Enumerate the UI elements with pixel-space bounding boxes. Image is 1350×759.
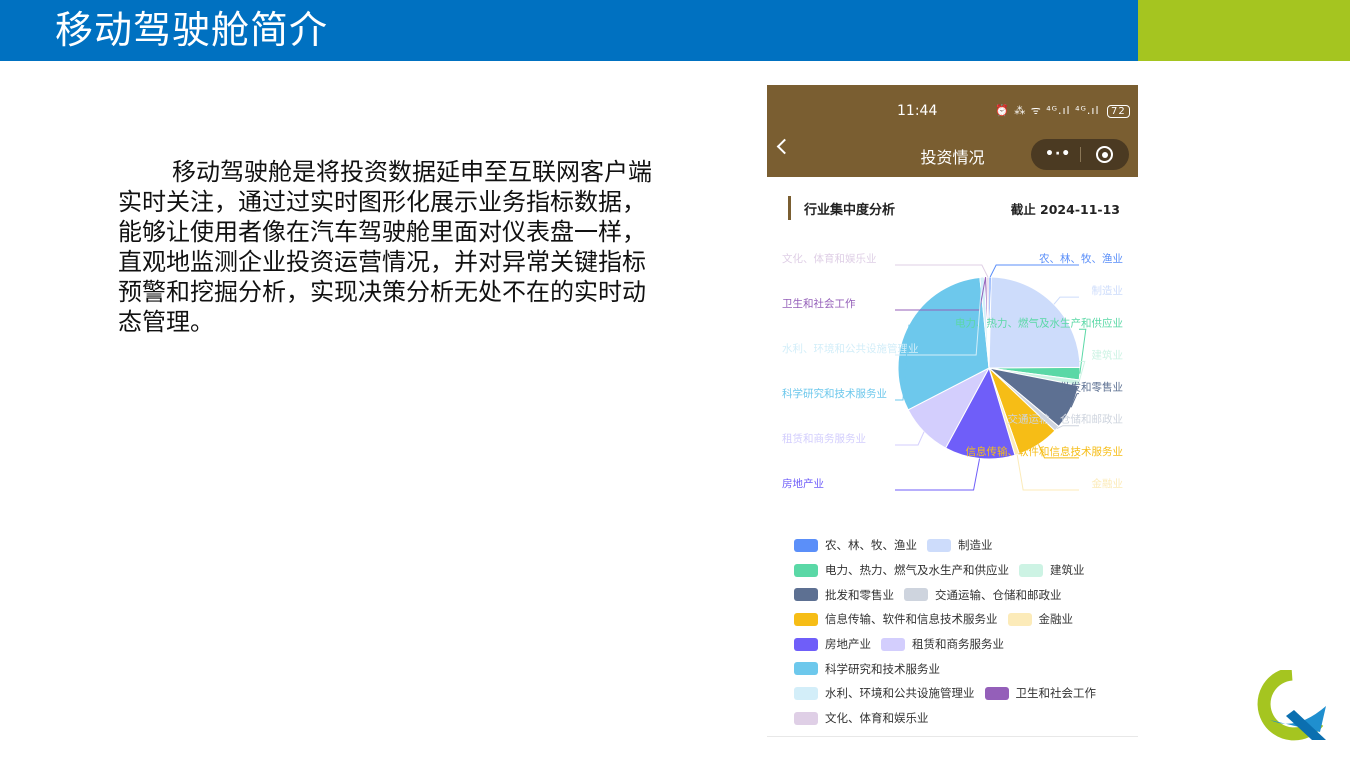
slice-label: 建筑业 xyxy=(1092,348,1124,361)
legend-row: 电力、热力、燃气及水生产和供应业 建筑业 xyxy=(794,558,1134,583)
section-marker xyxy=(788,196,791,220)
slice-label: 金融业 xyxy=(1092,477,1124,490)
slice-label: 电力、热力、燃气及水生产和供应业 xyxy=(955,316,1123,329)
legend-label: 建筑业 xyxy=(1050,563,1085,578)
legend-swatch xyxy=(794,711,818,725)
chart-legend: 农、林、牧、渔业 制造业电力、热力、燃气及水生产和供应业 建筑业批发和零售业 交通运输… xyxy=(794,533,1134,731)
legend-label: 水利、环境和公共设施管理业 xyxy=(825,686,975,701)
slice-leader-line xyxy=(989,264,1079,278)
company-logo xyxy=(1257,670,1326,741)
legend-item[interactable]: 金融业 xyxy=(1007,611,1074,627)
legend-item[interactable]: 卫生和社会工作 xyxy=(984,685,1097,701)
legend-label: 电力、热力、燃气及水生产和供应业 xyxy=(825,563,1009,578)
slice-leader-line xyxy=(895,264,989,278)
slice-label: 农、林、牧、渔业 xyxy=(1039,252,1123,265)
slice-leader-line xyxy=(895,431,925,446)
legend-swatch xyxy=(794,637,818,651)
section-date: 截止 2024-11-13 xyxy=(1010,202,1120,217)
legend-row: 信息传输、软件和信息技术服务业 金融业 xyxy=(794,607,1134,632)
legend-label: 科学研究和技术服务业 xyxy=(825,661,940,676)
legend-swatch xyxy=(794,588,818,602)
legend-row: 农、林、牧、渔业 制造业 xyxy=(794,533,1134,558)
slice-label: 卫生和社会工作 xyxy=(782,297,856,310)
legend-item[interactable]: 农、林、牧、渔业 xyxy=(794,537,917,553)
slide-title: 移动驾驶舱简介 xyxy=(55,8,329,52)
bottom-divider xyxy=(767,736,1138,737)
legend-label: 交通运输、仓储和邮政业 xyxy=(935,587,1062,602)
slice-leader-line xyxy=(1053,296,1079,305)
legend-swatch xyxy=(794,662,818,676)
legend-swatch xyxy=(927,538,951,552)
intro-paragraph: 移动驾驶舱是将投资数据延申至互联网客户端实时关注，通过过实时图形化展示业务指标数… xyxy=(118,158,652,336)
legend-item[interactable]: 信息传输、软件和信息技术服务业 xyxy=(794,611,998,627)
legend-swatch xyxy=(794,612,818,626)
legend-swatch xyxy=(984,686,1009,700)
legend-swatch xyxy=(794,563,818,577)
slice-leader-line xyxy=(1016,454,1079,491)
legend-label: 租赁和商务服务业 xyxy=(912,637,1004,652)
legend-row: 批发和零售业 交通运输、仓储和邮政业 xyxy=(794,582,1134,607)
legend-item[interactable]: 文化、体育和娱乐业 xyxy=(794,710,929,726)
legend-item[interactable]: 制造业 xyxy=(927,537,993,553)
phone-header: 11:44 ⏰ ⁂ ᯤ ⁴ᴳ.ıl ⁴ᴳ.ıl 72 投资情况 •·• xyxy=(767,85,1138,177)
legend-swatch xyxy=(1007,612,1032,626)
slice-label: 水利、环境和公共设施管理业 xyxy=(782,342,919,355)
close-target-icon[interactable] xyxy=(1096,146,1113,163)
slice-label: 批发和零售业 xyxy=(1060,381,1123,394)
legend-item[interactable]: 水利、环境和公共设施管理业 xyxy=(794,685,975,701)
legend-label: 金融业 xyxy=(1038,612,1074,627)
slice-leader-line xyxy=(895,458,981,491)
legend-label: 信息传输、软件和信息技术服务业 xyxy=(825,612,998,627)
battery-icon: 72 xyxy=(1107,105,1130,118)
legend-row: 水利、环境和公共设施管理业 卫生和社会工作 xyxy=(794,681,1134,706)
slide-header-accent xyxy=(1138,0,1350,61)
legend-label: 房地产业 xyxy=(825,637,871,652)
legend-item[interactable]: 交通运输、仓储和邮政业 xyxy=(904,587,1062,603)
legend-item[interactable]: 批发和零售业 xyxy=(794,587,894,603)
slice-label: 交通运输、仓储和邮政业 xyxy=(1008,413,1124,426)
slice-label: 租赁和商务服务业 xyxy=(782,432,866,445)
legend-swatch xyxy=(881,637,905,651)
section-title: 行业集中度分析 xyxy=(804,203,896,218)
legend-item[interactable]: 房地产业 xyxy=(794,636,871,652)
legend-row: 科学研究和技术服务业 xyxy=(794,656,1134,681)
capsule-divider xyxy=(1080,147,1081,162)
legend-swatch xyxy=(904,588,928,602)
legend-swatch xyxy=(794,686,818,700)
phone-screenshot: 11:44 ⏰ ⁂ ᯤ ⁴ᴳ.ıl ⁴ᴳ.ıl 72 投资情况 •·• 行业集中… xyxy=(767,85,1138,740)
legend-label: 文化、体育和娱乐业 xyxy=(825,711,929,726)
legend-item[interactable]: 租赁和商务服务业 xyxy=(881,636,1004,652)
more-icon[interactable]: •·• xyxy=(1045,146,1071,162)
legend-item[interactable]: 电力、热力、燃气及水生产和供应业 xyxy=(794,562,1009,578)
slice-leader-line xyxy=(1056,425,1079,430)
slice-label: 信息传输、软件和信息技术服务业 xyxy=(966,445,1124,458)
legend-label: 批发和零售业 xyxy=(825,587,894,602)
legend-label: 农、林、牧、渔业 xyxy=(825,538,917,553)
mini-program-capsule: •·• xyxy=(1031,139,1129,170)
legend-label: 卫生和社会工作 xyxy=(1015,686,1097,701)
legend-swatch xyxy=(794,538,818,552)
legend-row: 房地产业 租赁和商务服务业 xyxy=(794,632,1134,657)
industry-pie-chart: 农、林、牧、渔业制造业电力、热力、燃气及水生产和供应业建筑业批发和零售业交通运输… xyxy=(782,252,1124,491)
signal-icons: ⏰ ⁂ ᯤ ⁴ᴳ.ıl ⁴ᴳ.ıl xyxy=(995,104,1100,117)
legend-row: 文化、体育和娱乐业 xyxy=(794,706,1134,731)
legend-item[interactable]: 建筑业 xyxy=(1019,562,1085,578)
slice-label: 文化、体育和娱乐业 xyxy=(782,252,877,265)
legend-item[interactable]: 科学研究和技术服务业 xyxy=(794,661,940,677)
legend-label: 制造业 xyxy=(958,538,993,553)
status-icons: ⏰ ⁂ ᯤ ⁴ᴳ.ıl ⁴ᴳ.ıl 72 xyxy=(995,103,1130,118)
slice-label: 房地产业 xyxy=(782,477,824,490)
legend-swatch xyxy=(1019,563,1043,577)
slice-label: 科学研究和技术服务业 xyxy=(782,387,887,400)
status-time: 11:44 xyxy=(897,103,938,119)
slice-label: 制造业 xyxy=(1092,284,1124,297)
